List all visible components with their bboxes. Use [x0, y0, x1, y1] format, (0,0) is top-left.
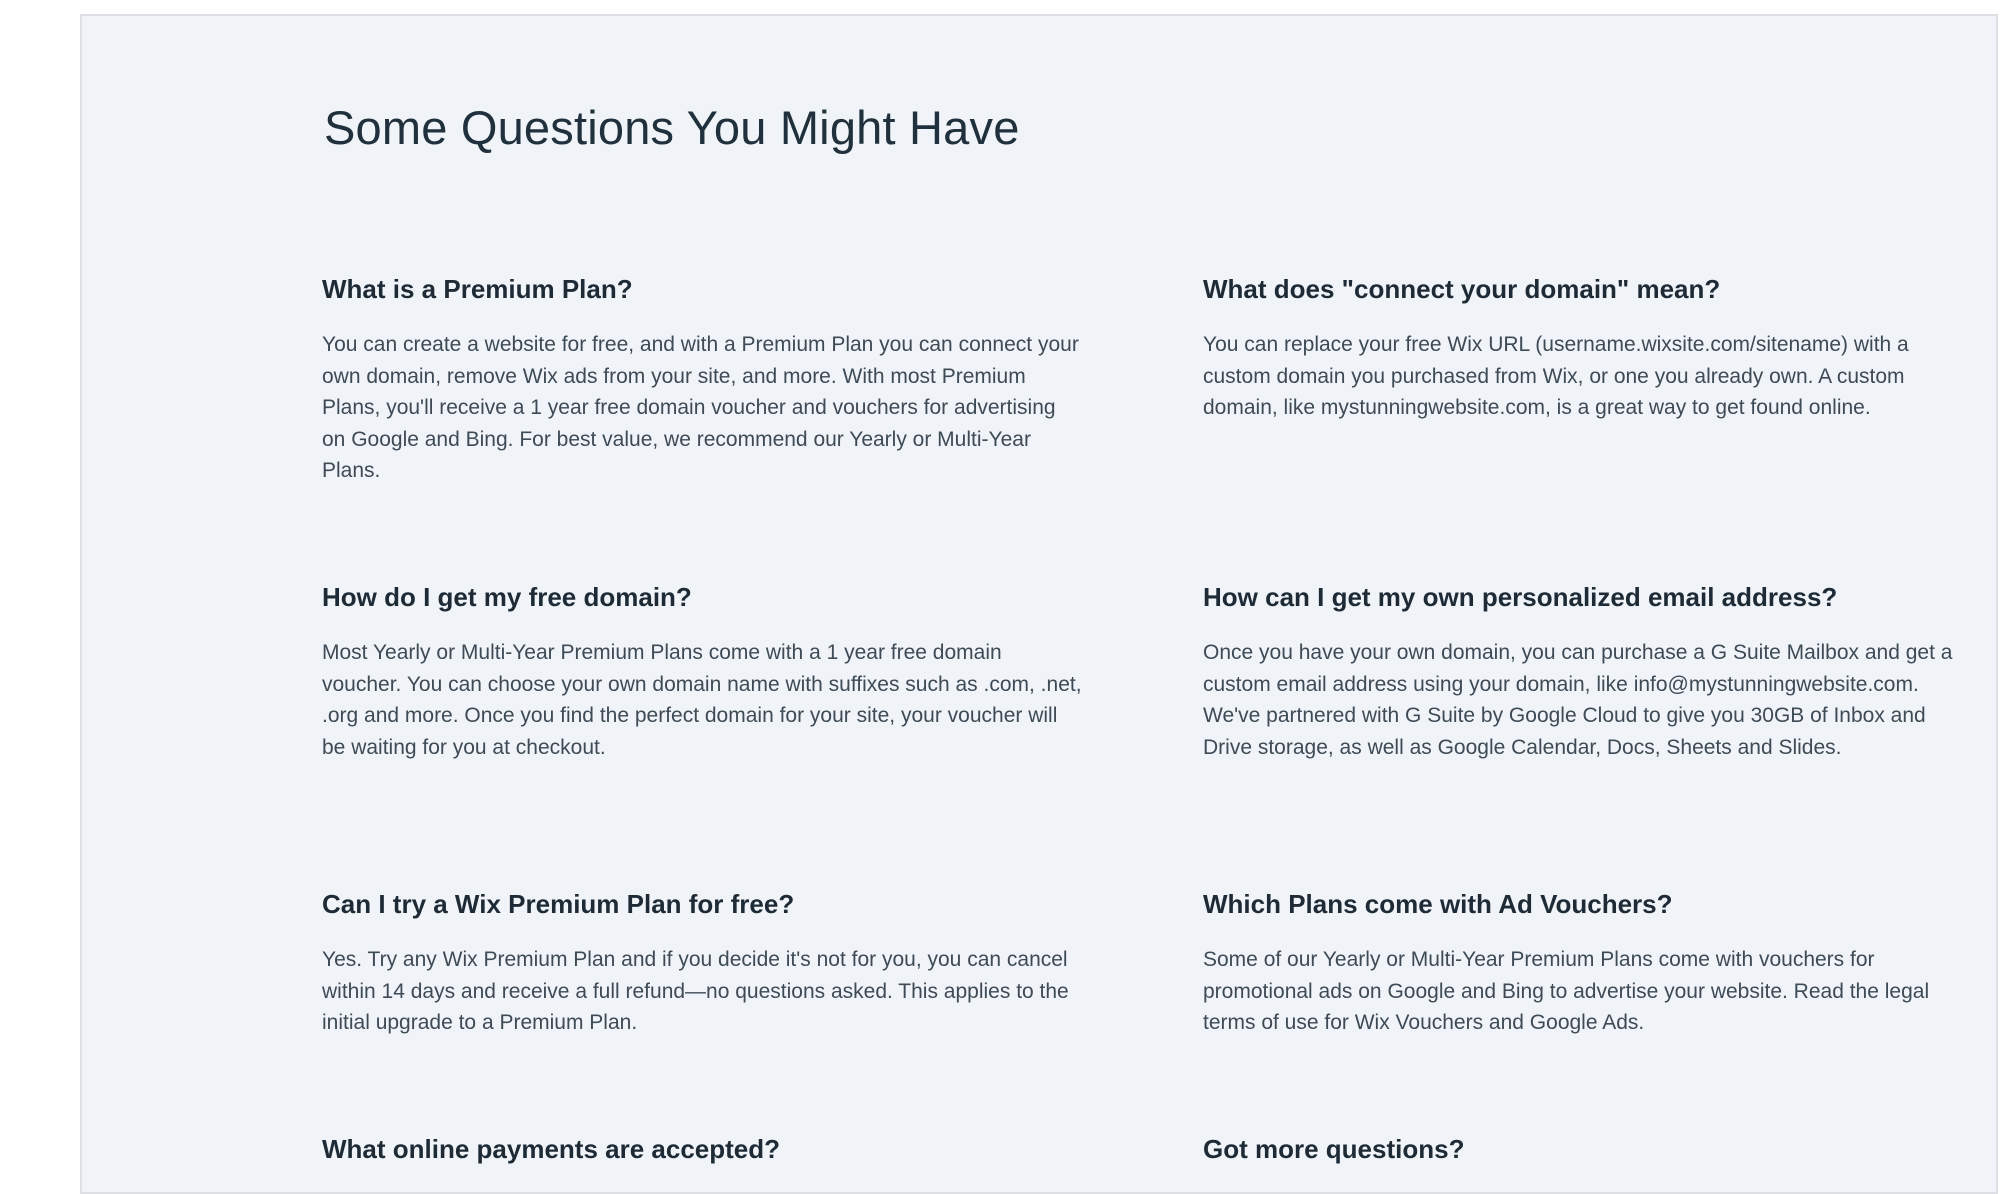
faq-item-free-trial: Can I try a Wix Premium Plan for free? Y…: [322, 886, 1082, 1039]
faq-question: What is a Premium Plan?: [322, 274, 633, 304]
faq-answer: Once you have your own domain, you can p…: [1203, 641, 1953, 759]
faq-item-free-domain: How do I get my free domain? Most Yearly…: [322, 579, 1082, 763]
faq-answer: Some of our Yearly or Multi-Year Premium…: [1203, 948, 1930, 1034]
faq-item-more-questions: Got more questions?: [1203, 1131, 1963, 1167]
faq-answer: Most Yearly or Multi-Year Premium Plans …: [322, 641, 1082, 759]
faq-question: What online payments are accepted?: [322, 1134, 781, 1164]
faq-question: How do I get my free domain?: [322, 582, 692, 612]
page-title: Some Questions You Might Have: [324, 101, 1020, 154]
faq-answer: Yes. Try any Wix Premium Plan and if you…: [322, 948, 1069, 1034]
faq-section: Some Questions You Might Have What is a …: [80, 14, 1998, 1194]
faq-question: Which Plans come with Ad Vouchers?: [1203, 889, 1673, 919]
faq-question: Got more questions?: [1203, 1134, 1465, 1164]
faq-answer: You can replace your free Wix URL (usern…: [1203, 333, 1909, 419]
faq-item-premium-plan: What is a Premium Plan? You can create a…: [322, 271, 1082, 487]
faq-item-connect-domain: What does "connect your domain" mean? Yo…: [1203, 271, 1963, 424]
faq-answer: You can create a website for free, and w…: [322, 333, 1079, 482]
faq-question: Can I try a Wix Premium Plan for free?: [322, 889, 795, 919]
faq-item-online-payments: What online payments are accepted?: [322, 1131, 1082, 1167]
faq-item-ad-vouchers: Which Plans come with Ad Vouchers? Some …: [1203, 886, 1963, 1039]
faq-item-personal-email: How can I get my own personalized email …: [1203, 579, 1963, 763]
faq-question: What does "connect your domain" mean?: [1203, 274, 1721, 304]
faq-question: How can I get my own personalized email …: [1203, 582, 1838, 612]
